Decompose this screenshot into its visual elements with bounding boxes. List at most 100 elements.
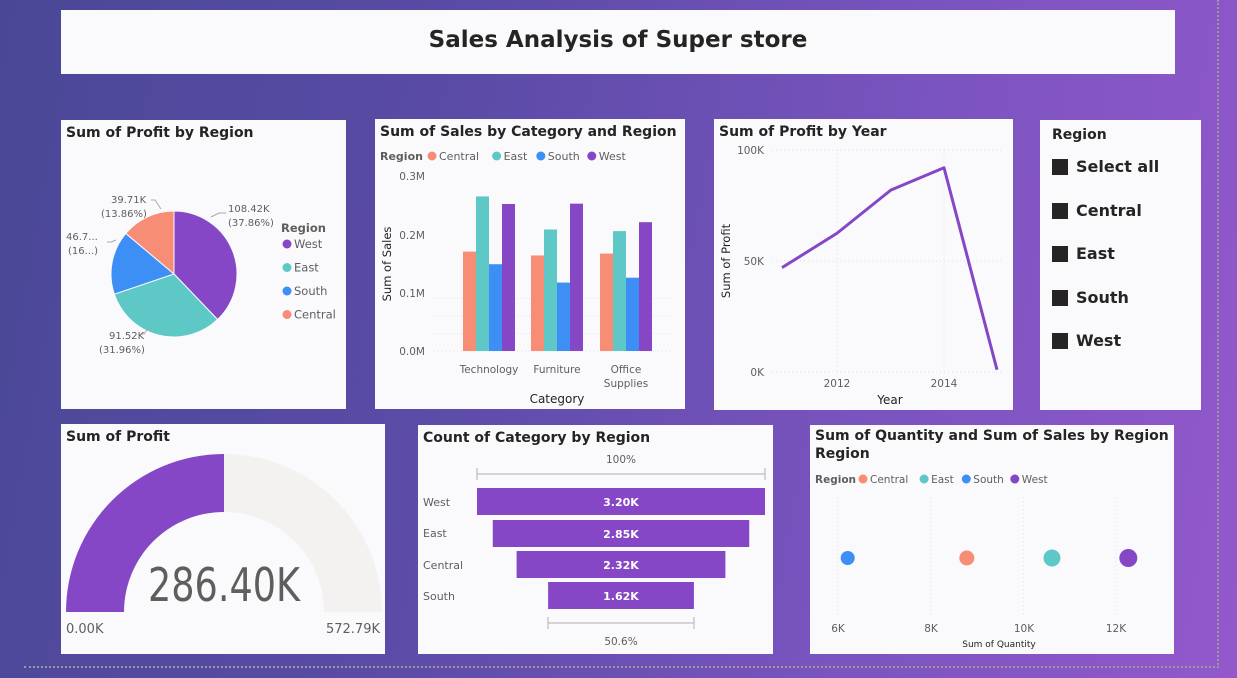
pie-label-value: 108.42K [228,204,270,215]
bar-central[interactable] [463,251,476,351]
scatter-title: Region [815,446,870,462]
gauge-chart[interactable]: 286.40K 0.00K 572.79K [61,424,385,654]
bar-east[interactable] [476,196,489,351]
bar-west[interactable] [502,204,515,351]
legend-dot-icon [858,474,868,484]
checkbox-icon[interactable] [1052,332,1068,349]
pie-label-value: 91.52K [109,331,145,342]
pie-label-value: 39.71K [111,195,147,206]
funnel-row-label: South [423,590,455,603]
checkbox-icon[interactable] [1052,289,1068,306]
funnel-chart[interactable]: 100% West East Central South 3.20K 2.85K… [418,425,773,654]
bar-legend-item[interactable]: West [599,150,627,163]
bar-south[interactable] [626,277,639,351]
funnel-value-label: 2.32K [603,559,639,572]
funnel-value-label: 3.20K [603,496,639,509]
pie-legend-item[interactable]: Central [294,308,336,322]
scatter-legend-item[interactable]: East [931,474,954,486]
scatter-card[interactable]: Sum of Quantity and Sum of Sales by Regi… [810,425,1174,654]
pie-label-value: 46.7... [66,232,98,243]
legend-dot-icon [587,151,597,161]
pie-label-pct: (16...) [68,246,98,257]
pie-legend-item[interactable]: South [294,284,327,298]
slicer-item-west[interactable]: West [1052,331,1121,350]
bar-legend-item[interactable]: Central [439,150,479,163]
gauge-min: 0.00K [66,622,104,637]
slicer-title: Region [1052,127,1107,143]
checkbox-icon[interactable] [1052,158,1068,175]
funnel-value-label: 2.85K [603,528,639,541]
legend-dot-icon [919,474,929,484]
scatter-point-east[interactable] [1043,549,1061,567]
legend-dot-icon [536,151,546,161]
bar-xtick: Office [611,364,642,376]
scatter-legend-item[interactable]: West [1022,474,1048,486]
pie-legend-item[interactable]: East [294,261,319,275]
line-series-profit[interactable] [781,166,999,371]
legend-dot-icon [961,474,971,484]
scatter-xtick: 12K [1106,623,1127,635]
scatter-point-central[interactable] [959,550,975,566]
region-slicer[interactable]: Region Select all Central East South Wes… [1040,120,1201,410]
funnel-card[interactable]: Count of Category by Region 100% West Ea… [418,425,773,654]
pie-legend-title: Region [281,221,326,235]
legend-dot-icon [282,286,292,296]
funnel-row-label: Central [423,559,463,572]
pie-legend-item[interactable]: West [294,237,323,251]
scatter-point-south[interactable] [840,551,855,565]
slicer-item-label: South [1076,288,1129,307]
line-chart-card[interactable]: Sum of Profit by Year 100K 50K 0K Sum of… [714,119,1013,410]
scatter-xtick: 10K [1014,623,1035,635]
slicer-item-central[interactable]: Central [1052,201,1142,220]
line-xtick: 2014 [931,378,958,390]
scatter-xtick: 6K [831,623,846,635]
checkbox-icon[interactable] [1052,245,1068,262]
line-ytick: 50K [744,256,765,268]
funnel-row-label: East [423,527,447,540]
scatter-legend-item[interactable]: Central [870,474,908,486]
scatter-point-west[interactable] [1119,549,1138,567]
bar-central[interactable] [600,253,613,351]
bar-west[interactable] [570,203,583,351]
bar-central[interactable] [531,255,544,351]
slicer-item-south[interactable]: South [1052,288,1129,307]
scatter-title: Sum of Quantity and Sum of Sales by Regi… [815,428,1174,444]
line-xtick: 2012 [824,378,851,390]
bar-south[interactable] [489,264,502,351]
line-xlabel: Year [876,393,902,407]
scatter-xlabel: Sum of Quantity [962,640,1036,650]
scatter-legend-item[interactable]: South [973,474,1004,486]
bar-legend-item[interactable]: East [504,150,528,163]
gauge-value: 286.40K [148,558,301,612]
bar-legend-item[interactable]: South [548,150,580,163]
bar-ytick: 0.2M [399,230,425,242]
legend-dot-icon [282,239,292,249]
bar-south[interactable] [557,282,570,351]
bar-xtick: Furniture [533,364,580,376]
bar-ylabel: Sum of Sales [380,227,394,302]
line-ylabel: Sum of Profit [719,223,733,298]
legend-dot-icon [427,151,437,161]
bar-ytick: 0.0M [399,346,425,358]
bar-ytick: 0.1M [399,288,425,300]
bar-legend-title: Region [380,150,423,163]
bar-west[interactable] [639,222,652,351]
bar-chart-card[interactable]: Sum of Sales by Category and Region Regi… [375,119,685,409]
pie-chart-card[interactable]: Sum of Profit by Region 108.42K (37.86%)… [61,120,346,409]
legend-dot-icon [282,263,292,272]
bar-east[interactable] [544,229,557,351]
bar-east[interactable] [613,231,626,351]
slicer-item-select-all[interactable]: Select all [1052,157,1159,176]
funnel-row-label: West [423,496,451,509]
slicer-item-label: East [1076,244,1115,263]
funnel-bottom-pct: 50.6% [604,636,637,648]
pie-chart[interactable]: 108.42K (37.86%) 91.52K (31.96%) 46.7...… [61,120,346,409]
funnel-top-pct: 100% [606,454,636,466]
gauge-card[interactable]: Sum of Profit 286.40K 0.00K 572.79K [61,424,385,654]
slicer-item-east[interactable]: East [1052,244,1115,263]
scatter-chart[interactable]: Sum of Quantity and Sum of Sales by Regi… [810,425,1174,654]
checkbox-icon[interactable] [1052,202,1068,219]
gauge-max: 572.79K [326,622,380,637]
bar-chart[interactable]: Region Central East South West 0.3M 0.2M 0.… [375,119,685,409]
line-chart[interactable]: 100K 50K 0K Sum of Profit 2012 2014 Year [714,119,1013,410]
